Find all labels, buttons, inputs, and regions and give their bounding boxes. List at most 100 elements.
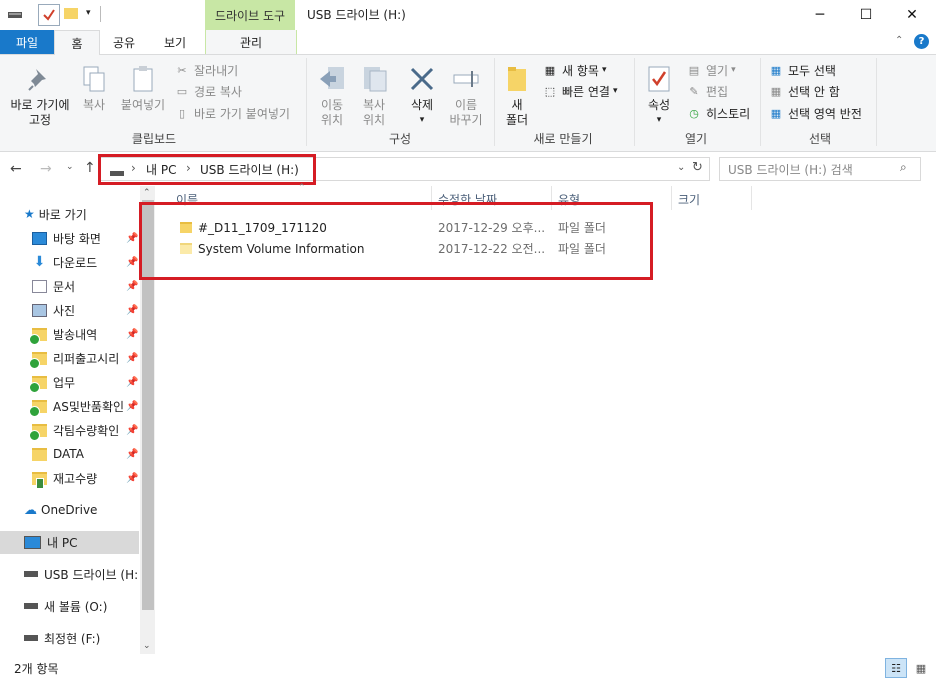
collapse-ribbon-icon[interactable]: ⌃: [895, 35, 903, 46]
forward-arrow-icon[interactable]: →: [40, 161, 52, 177]
nav-item-folder-4[interactable]: AS및반품확인: [29, 395, 124, 417]
folder-icon: [32, 447, 47, 461]
new-folder-quick-icon[interactable]: [64, 6, 78, 20]
pin-icon[interactable]: 📌: [126, 353, 138, 364]
ribbon-separator: [494, 58, 495, 146]
nav-item-folder-3[interactable]: 업무: [29, 371, 75, 393]
pin-icon[interactable]: 📌: [126, 305, 138, 316]
nav-item-downloads[interactable]: ⬇ 다운로드: [32, 251, 98, 273]
help-icon[interactable]: ?: [914, 34, 929, 49]
window-title: USB 드라이브 (H:): [307, 8, 406, 22]
open-button[interactable]: ▤ 열기 ▾: [686, 60, 736, 80]
drive-icon: [24, 571, 38, 577]
nav-drive-new-volume[interactable]: 새 볼륨 (O:): [24, 595, 107, 617]
rename-label-2: 바꾸기: [449, 113, 483, 127]
pin-icon[interactable]: 📌: [126, 233, 138, 244]
pin-icon[interactable]: 📌: [126, 377, 138, 388]
address-dropdown-icon[interactable]: ⌄: [677, 162, 685, 173]
select-all-button[interactable]: ▦ 모두 선택: [768, 60, 836, 80]
invert-selection-label: 선택 영역 반전: [788, 106, 862, 121]
nav-item-desktop[interactable]: 바탕 화면: [32, 227, 101, 249]
paste-shortcut-icon: ▯: [178, 106, 186, 120]
copy-to-button[interactable]: 복사 위치: [354, 64, 394, 128]
nav-item-folder-5[interactable]: 각팀수량확인: [29, 419, 119, 441]
close-button[interactable]: ✕: [889, 0, 935, 30]
nav-drive-f[interactable]: 최정현 (F:): [24, 627, 100, 649]
nav-item-stock[interactable]: 재고수량: [32, 467, 97, 489]
select-all-label: 모두 선택: [788, 63, 836, 78]
edit-button[interactable]: ✎ 편집: [686, 81, 728, 101]
nav-drive-label: 새 볼륨 (O:): [44, 599, 108, 614]
pin-icon[interactable]: 📌: [126, 281, 138, 292]
history-button[interactable]: ◷ 히스토리: [686, 103, 750, 123]
properties-dropdown-icon[interactable]: ▾: [657, 113, 662, 128]
minimize-button[interactable]: ─: [797, 0, 843, 30]
move-to-label-2: 위치: [320, 113, 344, 127]
tab-file[interactable]: 파일: [0, 30, 54, 54]
paste-shortcut-button[interactable]: ▯ 바로 가기 붙여넣기: [174, 103, 290, 123]
properties-button[interactable]: 속성 ▾: [640, 64, 678, 128]
ribbon-separator: [634, 58, 635, 146]
open-dropdown-icon: ▾: [731, 65, 736, 75]
easy-access-label: 빠른 연결: [562, 84, 610, 99]
pin-icon[interactable]: 📌: [126, 401, 138, 412]
pin-icon[interactable]: 📌: [126, 449, 138, 460]
nav-item-documents[interactable]: 문서: [32, 275, 75, 297]
nav-onedrive[interactable]: ☁ OneDrive: [24, 499, 97, 521]
nav-item-folder-1[interactable]: 발송내역: [29, 323, 97, 345]
column-divider[interactable]: [671, 186, 672, 210]
delete-button[interactable]: 삭제 ▾: [402, 64, 442, 128]
column-header-size[interactable]: 크기: [678, 189, 700, 209]
move-to-button[interactable]: 이동 위치: [312, 64, 352, 128]
cut-button[interactable]: ✂ 잘라내기: [174, 60, 238, 80]
large-icons-view-icon[interactable]: ▦: [910, 658, 932, 678]
scroll-up-icon[interactable]: ⌃: [143, 188, 151, 198]
nav-quick-access[interactable]: ★ 바로 가기: [24, 203, 87, 225]
easy-access-dropdown-icon: ▾: [612, 86, 618, 96]
pin-icon[interactable]: 📌: [126, 257, 138, 268]
sync-check-icon: [29, 429, 40, 441]
copy-path-button[interactable]: ▭ 경로 복사: [174, 81, 242, 101]
nav-item-folder-2[interactable]: 리퍼출고시리: [29, 347, 119, 369]
refresh-icon[interactable]: ↻: [692, 160, 703, 175]
delete-dropdown-icon[interactable]: ▾: [420, 113, 425, 128]
pin-to-quick-access-button[interactable]: 바로 가기에 고정: [4, 64, 76, 128]
nav-this-pc[interactable]: 내 PC: [24, 531, 77, 553]
search-icon[interactable]: ⌕: [900, 160, 907, 175]
up-arrow-icon[interactable]: ↑: [84, 160, 96, 176]
quick-access-dropdown-icon[interactable]: ▾: [86, 8, 91, 18]
details-view-icon[interactable]: ☷: [885, 658, 907, 678]
rename-button[interactable]: 이름 바꾸기: [444, 64, 488, 128]
nav-item-data[interactable]: DATA: [32, 443, 84, 465]
new-item-button[interactable]: ▦ 새 항목 ▾: [542, 60, 607, 80]
maximize-button[interactable]: ☐: [843, 0, 889, 30]
new-folder-button[interactable]: 새 폴더: [500, 64, 534, 128]
nav-item-pictures[interactable]: 사진: [32, 299, 75, 321]
nav-drive-usb[interactable]: USB 드라이브 (H:: [24, 563, 138, 585]
easy-access-button[interactable]: ⬚ 빠른 연결 ▾: [542, 81, 618, 101]
folder-icon: [29, 375, 47, 393]
pin-icon[interactable]: 📌: [126, 329, 138, 340]
tab-view[interactable]: 보기: [150, 30, 200, 54]
recent-locations-chevron-icon[interactable]: ⌄: [66, 162, 74, 172]
properties-icon: [644, 64, 674, 94]
tab-home[interactable]: 홈: [54, 30, 100, 56]
tab-manage[interactable]: 관리: [205, 30, 297, 54]
back-arrow-icon[interactable]: ←: [10, 161, 22, 177]
pin-icon[interactable]: 📌: [126, 473, 138, 484]
scroll-down-icon[interactable]: ⌄: [143, 641, 151, 651]
download-icon: ⬇: [33, 253, 46, 270]
properties-quick-icon[interactable]: [38, 4, 60, 26]
pin-icon[interactable]: 📌: [126, 425, 138, 436]
computer-icon: [24, 535, 41, 549]
copy-button[interactable]: 복사: [78, 64, 110, 113]
sort-indicator-icon: ⌃: [298, 183, 306, 193]
clipboard-group-label: 클립보드: [131, 132, 177, 146]
tab-share[interactable]: 공유: [100, 30, 148, 54]
select-none-button[interactable]: ▦ 선택 안 함: [768, 81, 840, 101]
invert-selection-button[interactable]: ▦ 선택 영역 반전: [768, 103, 862, 123]
column-divider[interactable]: [751, 186, 752, 210]
paste-button[interactable]: 붙여넣기: [116, 64, 170, 113]
history-label: 히스토리: [706, 106, 751, 121]
drive-icon: [24, 635, 38, 641]
